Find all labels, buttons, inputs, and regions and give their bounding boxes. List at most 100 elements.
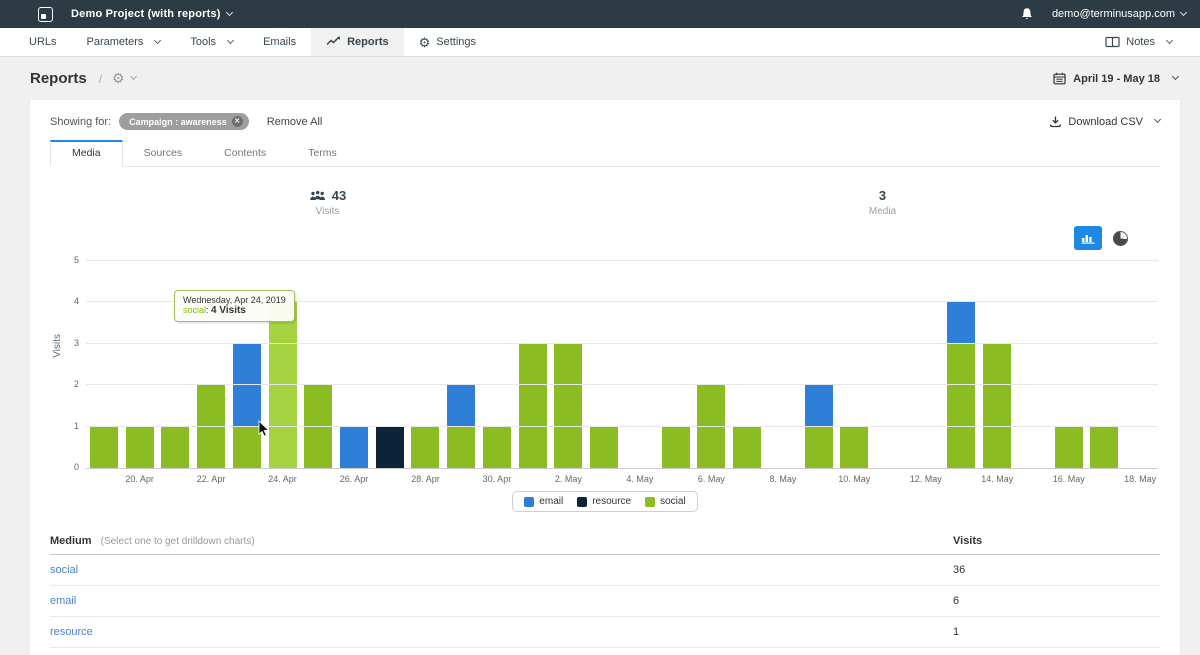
medium-link-social[interactable]: social	[50, 564, 78, 576]
chart-tooltip: Wednesday, Apr 24, 2019 social: 4 Visits	[174, 290, 295, 322]
remove-all-button[interactable]: Remove All	[267, 116, 323, 128]
legend-box: email resource social	[512, 491, 697, 512]
bar-chart-toggle-button[interactable]	[1074, 226, 1102, 250]
filter-tag[interactable]: Campaign : awareness ✕	[119, 113, 249, 130]
bar-segment-social[interactable]	[447, 427, 475, 468]
y-axis-tick: 0	[74, 462, 79, 472]
x-axis-tick	[229, 474, 265, 484]
bar-slot	[551, 344, 587, 468]
app-logo-icon[interactable]	[38, 7, 53, 22]
bar-segment-social[interactable]	[411, 427, 439, 468]
top-bar: Demo Project (with reports) demo@terminu…	[0, 0, 1200, 28]
table-row: social 36	[50, 555, 1160, 586]
nav-item-tools[interactable]: Tools	[175, 28, 248, 56]
table-header: Medium (Select one to get drilldown char…	[50, 528, 1160, 555]
pie-chart-toggle-button[interactable]	[1113, 231, 1128, 246]
filter-row: Showing for: Campaign : awareness ✕ Remo…	[50, 100, 1160, 130]
x-axis-tick	[372, 474, 408, 484]
bar-slot	[979, 344, 1015, 468]
tab-media[interactable]: Media	[50, 140, 123, 167]
chart-plot-area: Wednesday, Apr 24, 2019 social: 4 Visits…	[86, 262, 1158, 469]
notes-menu[interactable]: Notes	[1105, 28, 1200, 56]
visits-column-header: Visits	[953, 535, 1160, 547]
x-axis-tick	[944, 474, 980, 484]
chevron-down-icon	[227, 36, 234, 43]
project-name: Demo Project (with reports)	[71, 8, 221, 20]
gear-icon: ⚙	[112, 70, 125, 87]
bar-segment-social[interactable]	[947, 344, 975, 468]
date-range-picker[interactable]: April 19 - May 18	[1053, 72, 1178, 85]
tab-contents[interactable]: Contents	[203, 140, 287, 167]
bar-segment-social[interactable]	[840, 427, 868, 468]
medium-link-email[interactable]: email	[50, 595, 76, 607]
x-axis-tick: 2. May	[551, 474, 587, 484]
bar-segment-email[interactable]	[233, 344, 261, 427]
showing-for-label: Showing for:	[50, 116, 111, 128]
nav-item-settings[interactable]: ⚙Settings	[404, 28, 491, 56]
visits-label: Visits	[316, 206, 340, 217]
legend-item-social[interactable]: social	[645, 496, 686, 507]
date-range-value: April 19 - May 18	[1073, 73, 1160, 85]
nav-item-parameters[interactable]: Parameters	[72, 28, 176, 56]
bar-segment-social[interactable]	[161, 427, 189, 468]
bar-segment-email[interactable]	[805, 385, 833, 426]
bar-segment-social[interactable]	[733, 427, 761, 468]
nav-item-reports[interactable]: Reports	[311, 28, 404, 56]
visits-value: 36	[953, 564, 1160, 576]
user-menu[interactable]: demo@terminusapp.com	[1052, 8, 1186, 20]
project-selector[interactable]: Demo Project (with reports)	[71, 8, 232, 20]
bar-segment-social[interactable]	[483, 427, 511, 468]
tab-sources[interactable]: Sources	[123, 140, 204, 167]
chart-type-toggles	[50, 226, 1160, 250]
media-label: Media	[869, 206, 896, 217]
chevron-down-icon	[1166, 36, 1173, 43]
nav-item-emails[interactable]: Emails	[248, 28, 311, 56]
people-icon	[309, 190, 326, 202]
bar-segment-social[interactable]	[590, 427, 618, 468]
bar-segment-social[interactable]	[519, 344, 547, 468]
legend-label: resource	[592, 496, 631, 507]
content-card: Showing for: Campaign : awareness ✕ Remo…	[30, 100, 1180, 655]
gridline	[86, 260, 1158, 261]
bar-slot	[408, 427, 444, 468]
page-title: Reports	[30, 70, 87, 87]
legend-item-resource[interactable]: resource	[577, 496, 631, 507]
bar-segment-social[interactable]	[233, 427, 261, 468]
bar-segment-social[interactable]	[1090, 427, 1118, 468]
medium-column-header: Medium	[50, 535, 92, 547]
medium-link-resource[interactable]: resource	[50, 626, 93, 638]
bar-segment-social[interactable]	[269, 302, 297, 468]
x-axis-tick	[515, 474, 551, 484]
x-axis-tick	[86, 474, 122, 484]
tooltip-series: social	[183, 305, 206, 315]
bar-segment-resource[interactable]	[376, 427, 404, 468]
table-row: resource1	[50, 617, 1160, 648]
legend-swatch	[524, 497, 534, 507]
bar-segment-email[interactable]	[947, 302, 975, 343]
remove-tag-icon[interactable]: ✕	[232, 116, 243, 127]
bar-segment-social[interactable]	[1055, 427, 1083, 468]
download-csv-label: Download CSV	[1068, 116, 1143, 128]
bar-segment-social[interactable]	[126, 427, 154, 468]
tab-terms[interactable]: Terms	[287, 140, 358, 167]
bar-segment-social[interactable]	[662, 427, 690, 468]
bar-segment-email[interactable]	[447, 385, 475, 426]
bar-segment-social[interactable]	[554, 344, 582, 468]
bar-segment-social[interactable]	[90, 427, 118, 468]
bar-slot	[265, 302, 301, 468]
bar-slot	[122, 427, 158, 468]
x-axis-tick	[872, 474, 908, 484]
visits-chart: Visits Wednesday, Apr 24, 2019 social: 4…	[50, 262, 1160, 484]
x-axis-tick	[157, 474, 193, 484]
bar-segment-email[interactable]	[340, 427, 368, 468]
stat-media: 3 Media	[605, 188, 1160, 217]
notifications-bell-icon[interactable]	[1020, 7, 1034, 22]
bar-slot	[515, 344, 551, 468]
bar-segment-social[interactable]	[983, 344, 1011, 468]
report-settings-dropdown[interactable]: ⚙	[112, 70, 136, 87]
bar-segment-social[interactable]	[805, 427, 833, 468]
nav-item-urls[interactable]: URLs	[14, 28, 72, 56]
legend-item-email[interactable]: email	[524, 496, 563, 507]
x-axis-tick: 4. May	[622, 474, 658, 484]
download-csv-button[interactable]: Download CSV	[1049, 115, 1160, 128]
